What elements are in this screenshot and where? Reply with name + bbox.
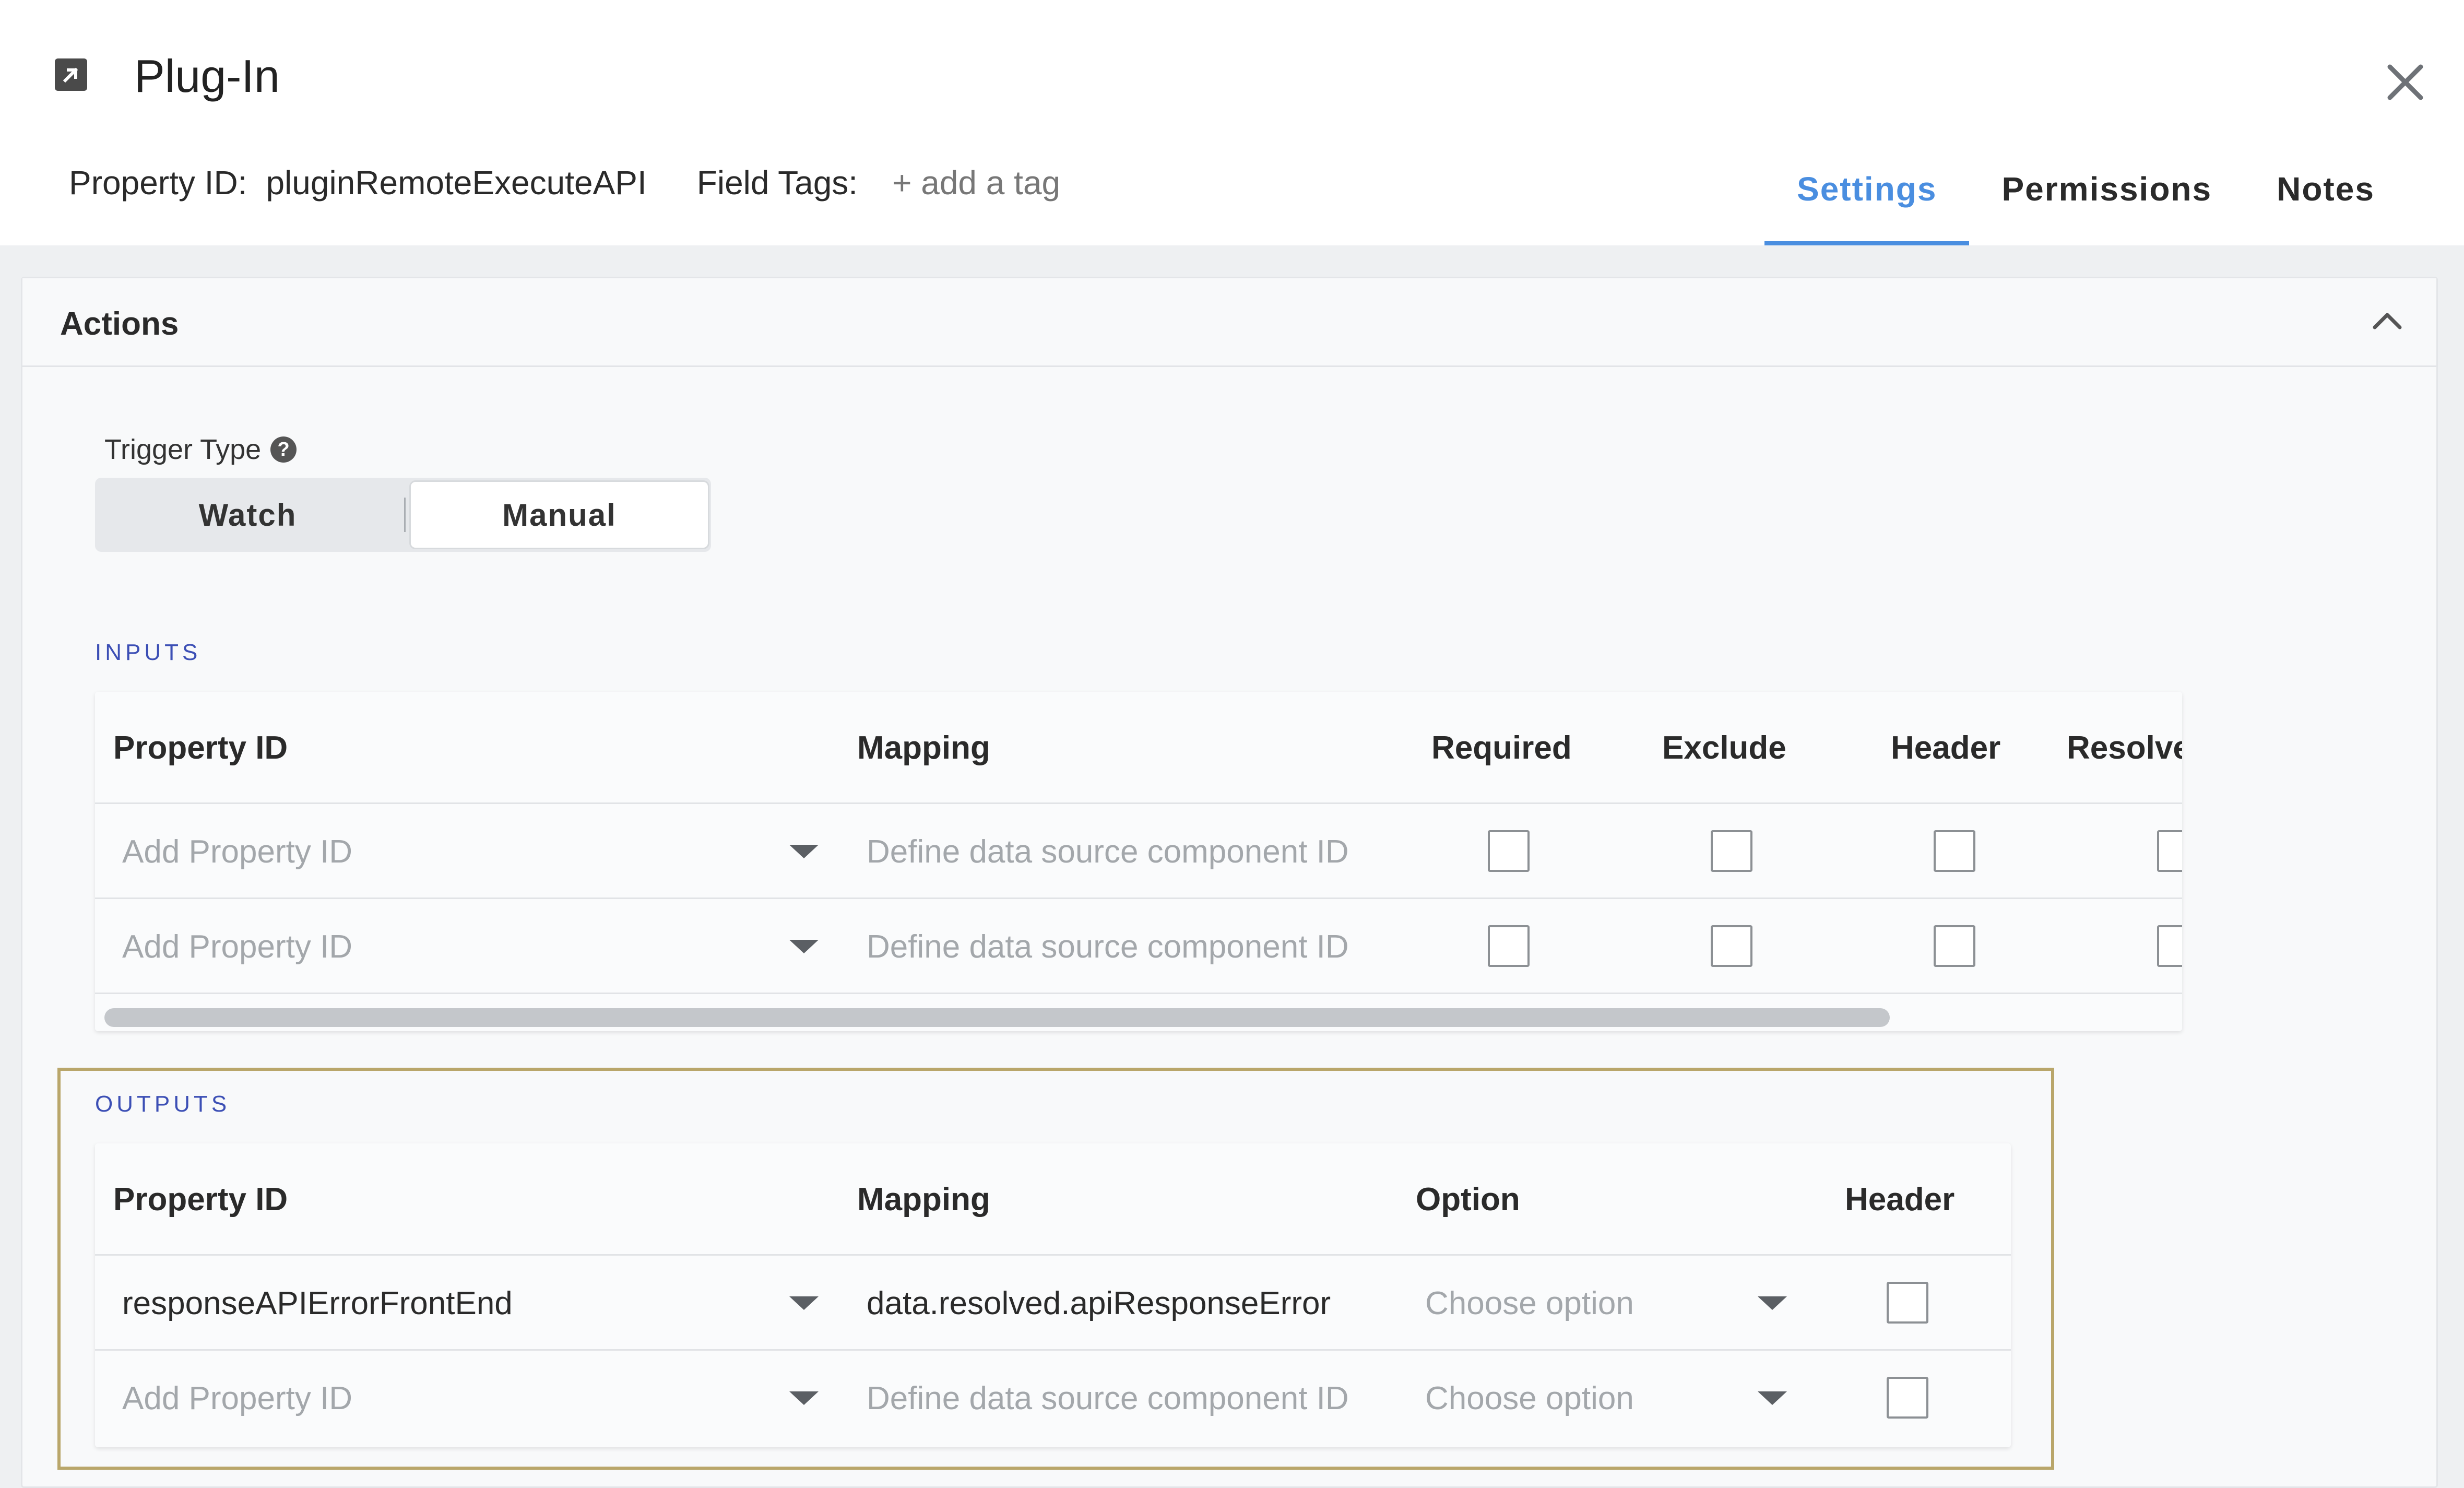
outputs-mapping-input[interactable]: data.resolved.apiResponseError <box>867 1256 1331 1351</box>
outputs-col-option: Option <box>1416 1182 1520 1218</box>
actions-panel-title: Actions <box>60 306 179 342</box>
field-tags-label: Field Tags: <box>696 164 858 202</box>
exclude-checkbox[interactable] <box>1711 830 1752 872</box>
header-checkbox[interactable] <box>1887 1282 1928 1324</box>
resolve-checkbox[interactable] <box>2157 925 2182 967</box>
outputs-col-property-id: Property ID <box>113 1182 288 1218</box>
outputs-grid: Property ID Mapping Option Header respon… <box>95 1143 2011 1447</box>
exclude-checkbox[interactable] <box>1711 925 1752 967</box>
trigger-type-text: Trigger Type <box>104 434 262 465</box>
inputs-col-header: Header <box>1891 730 2001 766</box>
header-checkbox[interactable] <box>1934 830 1975 872</box>
chevron-down-icon[interactable] <box>1758 1296 1787 1310</box>
chevron-down-icon[interactable] <box>789 940 819 953</box>
outputs-col-header: Header <box>1845 1182 1955 1218</box>
outputs-property-id-select[interactable]: responseAPIErrorFrontEnd <box>122 1256 513 1351</box>
required-checkbox[interactable] <box>1488 830 1530 872</box>
inputs-mapping-input[interactable]: Define data source component ID <box>867 804 1349 899</box>
trigger-option-watch[interactable]: Watch <box>95 478 400 552</box>
property-id-value: pluginRemoteExecuteAPI <box>266 164 647 202</box>
header-checkbox[interactable] <box>1887 1377 1928 1419</box>
external-link-icon <box>55 58 87 91</box>
toggle-divider <box>404 498 406 532</box>
trigger-type-toggle: Watch Manual <box>95 478 711 552</box>
inputs-header-row: Property ID Mapping Required Exclude Hea… <box>95 692 2182 804</box>
outputs-mapping-input[interactable]: Define data source component ID <box>867 1351 1349 1446</box>
close-button[interactable] <box>2380 57 2430 107</box>
outputs-option-select[interactable]: Choose option <box>1425 1351 1634 1446</box>
scrollbar-thumb[interactable] <box>104 1008 1890 1027</box>
tab-bar: Settings Permissions Notes <box>1764 149 2407 245</box>
property-meta-row: Property ID: pluginRemoteExecuteAPI Fiel… <box>69 157 1060 209</box>
outputs-col-mapping: Mapping <box>857 1182 990 1218</box>
actions-panel-header[interactable]: Actions <box>22 278 2436 367</box>
chevron-down-icon[interactable] <box>789 845 819 858</box>
inputs-col-property-id: Property ID <box>113 730 288 766</box>
trigger-option-manual[interactable]: Manual <box>409 480 709 549</box>
inputs-col-required: Required <box>1431 730 1572 766</box>
chevron-down-icon[interactable] <box>789 1391 819 1405</box>
tab-notes[interactable]: Notes <box>2244 149 2407 245</box>
trigger-type-label: Trigger Type ? <box>104 433 297 466</box>
inputs-mapping-input[interactable]: Define data source component ID <box>867 899 1349 994</box>
table-row: Add Property ID Define data source compo… <box>95 899 2182 994</box>
chevron-down-icon[interactable] <box>789 1296 819 1310</box>
chevron-down-icon[interactable] <box>1758 1391 1787 1405</box>
inputs-grid: Property ID Mapping Required Exclude Hea… <box>95 692 2182 1031</box>
help-icon[interactable]: ? <box>270 436 297 463</box>
property-id-label: Property ID: <box>69 164 247 202</box>
tab-permissions[interactable]: Permissions <box>1969 149 2244 245</box>
outputs-option-select[interactable]: Choose option <box>1425 1256 1634 1351</box>
chevron-up-icon[interactable] <box>2372 310 2403 330</box>
required-checkbox[interactable] <box>1488 925 1530 967</box>
table-row: Add Property ID Define data source compo… <box>95 804 2182 899</box>
modal-header: Plug-In Property ID: pluginRemoteExecute… <box>0 0 2464 245</box>
horizontal-scrollbar[interactable] <box>95 1000 2182 1031</box>
inputs-col-mapping: Mapping <box>857 730 990 766</box>
inputs-section-label: INPUTS <box>95 640 202 665</box>
outputs-header-row: Property ID Mapping Option Header <box>95 1143 2011 1256</box>
resolve-checkbox[interactable] <box>2157 830 2182 872</box>
tab-settings[interactable]: Settings <box>1764 149 1970 245</box>
inputs-col-exclude: Exclude <box>1662 730 1786 766</box>
add-tag-link[interactable]: + add a tag <box>892 163 1060 202</box>
table-row: Add Property ID Define data source compo… <box>95 1351 2011 1446</box>
modal-title: Plug-In <box>134 50 280 102</box>
close-icon[interactable] <box>2380 57 2430 107</box>
inputs-property-id-select[interactable]: Add Property ID <box>122 804 352 899</box>
header-checkbox[interactable] <box>1934 925 1975 967</box>
inputs-col-resolve: Resolve <box>2067 730 2182 766</box>
table-row: responseAPIErrorFrontEnd data.resolved.a… <box>95 1256 2011 1351</box>
outputs-property-id-select[interactable]: Add Property ID <box>122 1351 352 1446</box>
outputs-section-label: OUTPUTS <box>95 1091 231 1117</box>
inputs-property-id-select[interactable]: Add Property ID <box>122 899 352 994</box>
